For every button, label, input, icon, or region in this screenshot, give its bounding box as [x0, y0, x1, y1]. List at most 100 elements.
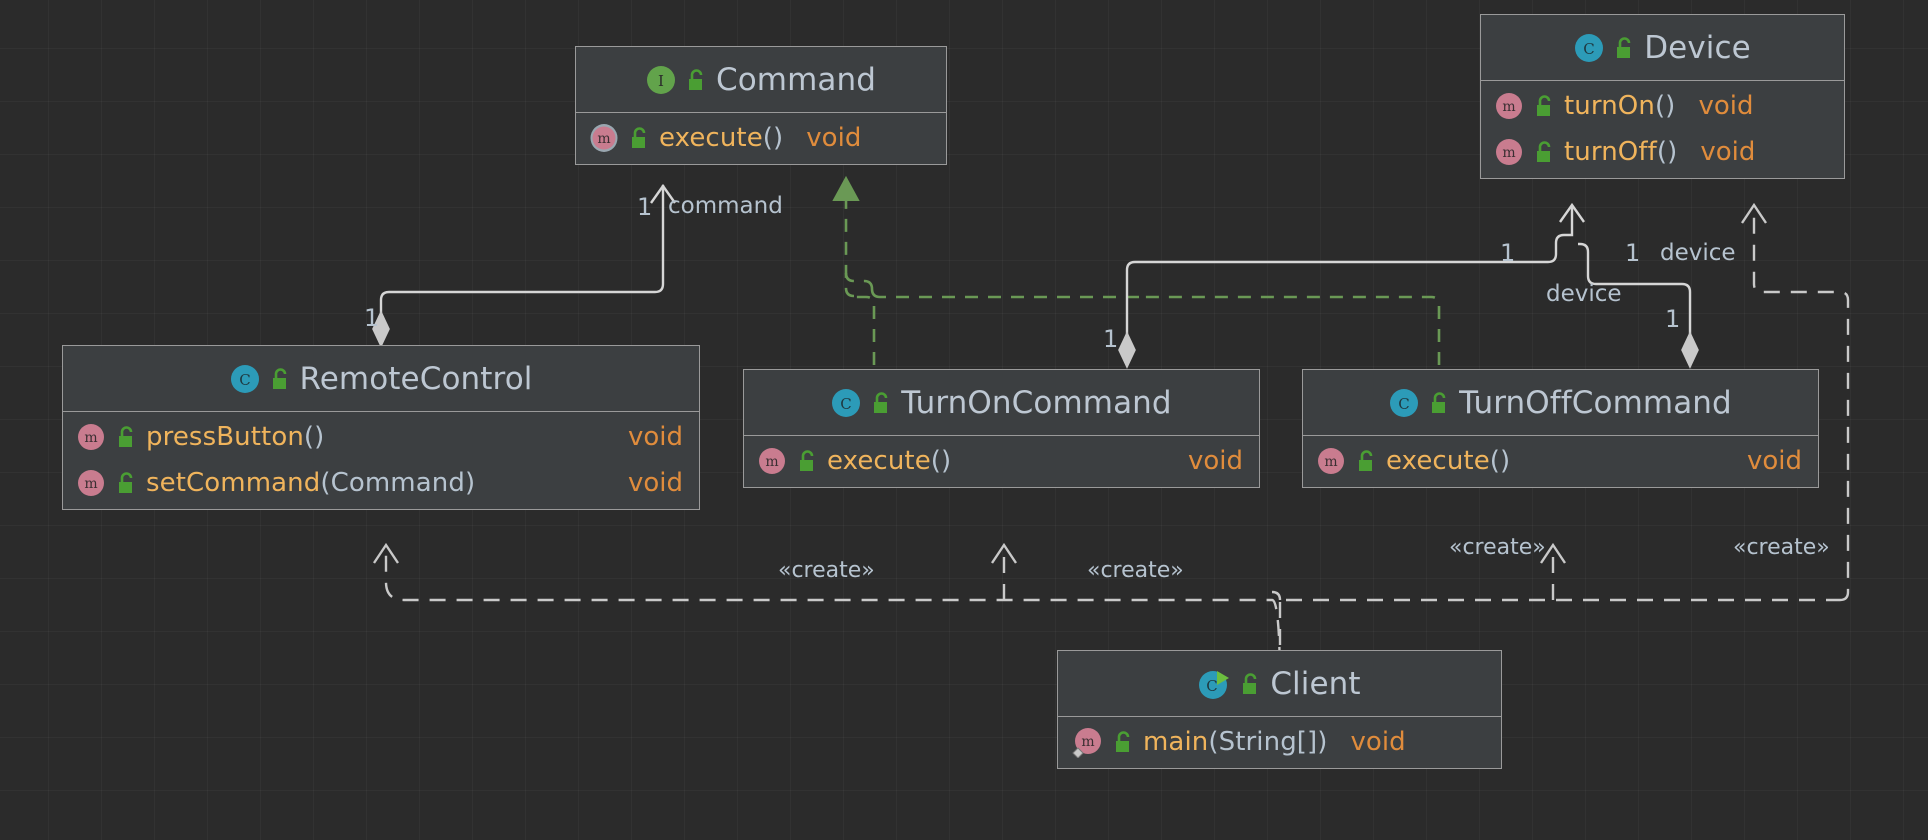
edge-realization-riser	[834, 178, 858, 296]
svg-text:C: C	[1583, 40, 1594, 58]
member-row[interactable]: m turnOn() void	[1481, 83, 1844, 129]
label-create-remotecontrol: «create»	[778, 558, 875, 583]
member-params: (Command)	[320, 468, 475, 498]
unlock-icon	[685, 68, 707, 92]
label-device-on-role: device	[1546, 281, 1622, 307]
member-return-type: void	[1166, 446, 1243, 476]
member-name: execute()	[659, 123, 783, 153]
member-return-type: void	[606, 468, 683, 498]
class-box-turnoncommand[interactable]: C TurnOnCommand m execute() void	[743, 369, 1260, 488]
unlock-icon	[1428, 391, 1450, 415]
svg-text:m: m	[1081, 734, 1094, 750]
label-turnoff-multiplicity: 1	[1665, 305, 1680, 333]
method-icon: m	[757, 446, 787, 476]
unlock-icon	[115, 425, 137, 449]
svg-text:m: m	[1502, 145, 1515, 161]
class-name-client: Client	[1270, 666, 1360, 702]
member-name: execute()	[1386, 446, 1510, 476]
member-row[interactable]: m execute() void	[1303, 438, 1818, 484]
member-params: ()	[763, 123, 784, 153]
edge-remotecontrol-command	[373, 185, 675, 346]
unlock-icon	[870, 391, 892, 415]
method-icon: m	[1316, 446, 1346, 476]
class-icon: C	[1574, 33, 1604, 63]
edge-turnoffcommand-command	[846, 267, 1439, 365]
class-name-turnoncommand: TurnOnCommand	[901, 385, 1171, 421]
svg-text:m: m	[1324, 454, 1337, 470]
class-box-client[interactable]: C Client m main(String[])	[1057, 650, 1502, 769]
class-members-turnoncommand: m execute() void	[744, 436, 1259, 487]
class-members-command: m execute() void	[576, 113, 946, 164]
member-name: pressButton()	[146, 422, 324, 452]
unlock-icon	[1613, 36, 1635, 60]
member-row[interactable]: m execute() void	[744, 438, 1259, 484]
label-device-off-role: device	[1660, 240, 1736, 266]
class-members-remotecontrol: m pressButton() void m setCommand(	[63, 412, 699, 509]
label-turnon-multiplicity: 1	[1103, 325, 1118, 353]
unlock-icon	[1239, 672, 1261, 696]
member-params: ()	[931, 446, 952, 476]
class-members-client: m main(String[]) void	[1058, 717, 1501, 768]
unlock-icon	[1533, 140, 1555, 164]
class-header-turnoffcommand: C TurnOffCommand	[1303, 370, 1818, 436]
member-params: ()	[304, 422, 325, 452]
member-return-type: void	[1725, 446, 1802, 476]
member-params: ()	[1657, 137, 1678, 167]
member-params: ()	[1655, 91, 1676, 121]
member-return-type: void	[1684, 91, 1753, 121]
member-row[interactable]: m main(String[]) void	[1058, 719, 1501, 765]
edge-turnoncommand-device	[1119, 205, 1584, 367]
unlock-icon	[269, 367, 291, 391]
label-create-device: «create»	[1733, 535, 1830, 560]
svg-text:C: C	[1398, 395, 1409, 413]
class-box-command[interactable]: I Command m execute() void	[575, 46, 947, 165]
svg-text:C: C	[1207, 677, 1218, 695]
member-row[interactable]: m pressButton() void	[63, 414, 699, 460]
runnable-class-icon: C	[1198, 668, 1230, 700]
class-icon: C	[1389, 388, 1419, 418]
unlock-icon	[1112, 730, 1134, 754]
member-row[interactable]: m execute() void	[576, 115, 946, 161]
member-name: turnOff()	[1564, 137, 1677, 167]
class-name-remotecontrol: RemoteControl	[300, 361, 533, 397]
member-row[interactable]: m turnOff() void	[1481, 129, 1844, 175]
member-params: ()	[1490, 446, 1511, 476]
svg-text:I: I	[658, 72, 664, 90]
edge-turnoncommand-command	[836, 245, 1000, 365]
svg-text:m: m	[84, 476, 97, 492]
class-icon: C	[831, 388, 861, 418]
method-icon: m	[76, 422, 106, 452]
interface-icon: I	[646, 65, 676, 95]
label-device-on-multiplicity: 1	[1500, 239, 1515, 267]
member-return-type: void	[606, 422, 683, 452]
class-header-remotecontrol: C RemoteControl	[63, 346, 699, 412]
label-create-turnoffcommand: «create»	[1449, 535, 1546, 560]
svg-text:m: m	[1502, 99, 1515, 115]
unlock-icon	[1355, 449, 1377, 473]
class-header-device: C Device	[1481, 15, 1844, 81]
unlock-icon	[628, 126, 650, 150]
member-return-type: void	[1337, 727, 1406, 757]
class-members-device: m turnOn() void m turnOff()	[1481, 81, 1844, 178]
class-name-turnoffcommand: TurnOffCommand	[1459, 385, 1732, 421]
label-command-multiplicity: 1	[637, 193, 652, 221]
svg-text:C: C	[239, 371, 250, 389]
class-header-client: C Client	[1058, 651, 1501, 717]
class-header-turnoncommand: C TurnOnCommand	[744, 370, 1259, 436]
svg-text:m: m	[597, 131, 610, 147]
member-name: main(String[])	[1143, 727, 1328, 757]
class-box-device[interactable]: C Device m turnOn() void	[1480, 14, 1845, 179]
class-header-command: I Command	[576, 47, 946, 113]
label-command-role: command	[668, 193, 783, 219]
label-remotecontrol-multiplicity: 1	[364, 304, 379, 332]
unlock-icon	[1533, 94, 1555, 118]
class-box-turnoffcommand[interactable]: C TurnOffCommand m execute() void	[1302, 369, 1819, 488]
member-name: turnOn()	[1564, 91, 1675, 121]
class-box-remotecontrol[interactable]: C RemoteControl m pressButton() void	[62, 345, 700, 510]
method-icon: m	[1494, 137, 1524, 167]
svg-text:C: C	[841, 395, 852, 413]
member-return-type: void	[792, 123, 861, 153]
member-row[interactable]: m setCommand(Command) void	[63, 460, 699, 506]
label-create-turnoncommand: «create»	[1087, 558, 1184, 583]
unlock-icon	[796, 449, 818, 473]
